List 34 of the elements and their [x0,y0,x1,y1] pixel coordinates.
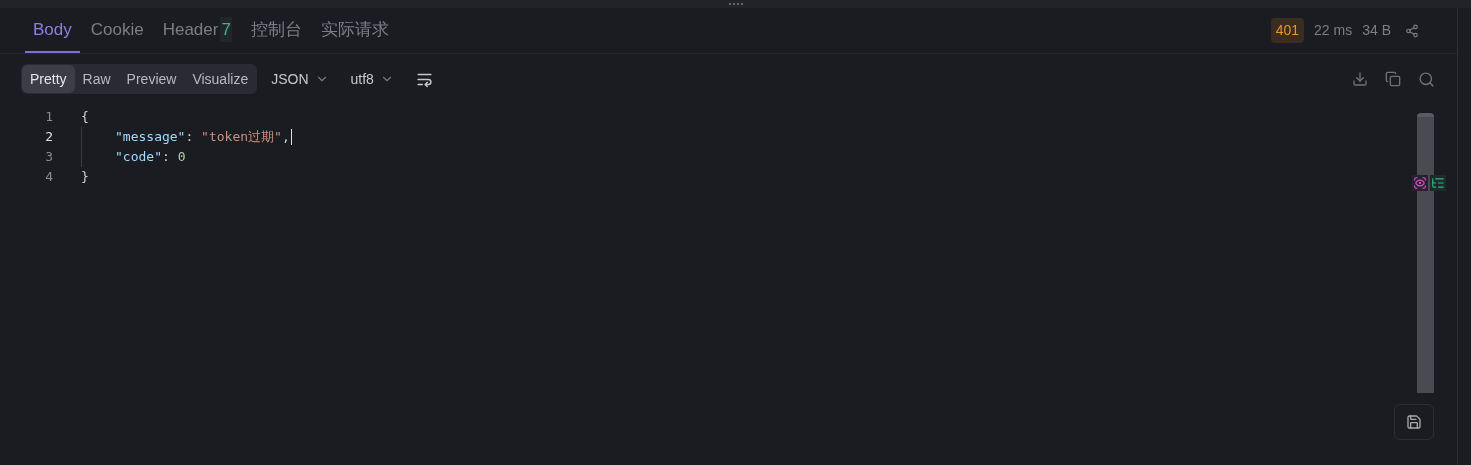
count-badge: 7 [220,16,232,43]
save-icon [1406,414,1422,430]
view-mode-tab[interactable]: Preview [118,65,185,93]
line-number: 3 [44,148,54,167]
line-number: 4 [44,168,54,187]
scrollbar[interactable] [1417,113,1434,393]
scan-icon[interactable] [1412,175,1428,191]
tab[interactable]: Body [25,8,80,53]
tab[interactable]: Header 7 [154,8,240,53]
line-number: 1 [44,108,54,127]
tab[interactable]: 控制台 [242,8,310,53]
download-icon[interactable] [1352,71,1368,87]
code-line: "code": 0 [81,147,186,167]
search-icon[interactable] [1418,70,1435,88]
share-icon[interactable] [1405,23,1419,38]
code-line: } [81,168,89,187]
text-cursor [290,129,292,145]
format-dropdown[interactable]: JSON [271,68,329,90]
tab[interactable]: Cookie [82,8,152,53]
code-line: "message": "token过期", [81,127,290,147]
copy-icon[interactable] [1385,71,1401,87]
save-button[interactable] [1394,404,1434,440]
view-mode-tab[interactable]: Pretty [22,65,75,93]
view-mode-tab[interactable]: Raw [74,65,119,93]
tab[interactable]: 实际请求 [312,8,397,53]
encoding-dropdown[interactable]: utf8 [350,68,394,90]
code-line: { [81,108,89,127]
view-mode-tab[interactable]: Visualize [184,65,257,93]
response-time: 22 ms [1314,21,1353,40]
status-code: 401 [1270,18,1305,43]
line-number: 2 [44,128,54,147]
tree-icon[interactable] [1430,175,1446,191]
drag-handle-icon[interactable] [728,2,743,6]
response-size: 34 B [1362,21,1391,40]
